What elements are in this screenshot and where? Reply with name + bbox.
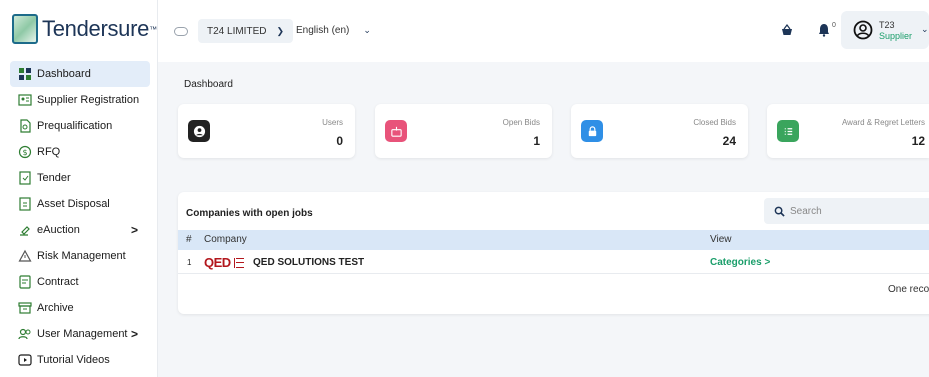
sidebar-item-label: Supplier Registration	[37, 94, 140, 106]
stat-value: 1	[533, 134, 540, 148]
language-selector[interactable]: English (en) ⌄	[296, 25, 371, 36]
letters-icon	[777, 120, 799, 142]
panel-title: Companies with open jobs	[186, 208, 313, 219]
categories-link[interactable]: Categories >	[710, 257, 770, 268]
chevron-right-icon: >	[764, 257, 771, 268]
sidebar-item-label: Asset Disposal	[37, 198, 110, 210]
bell-icon[interactable]	[817, 23, 831, 37]
stat-value: 0	[336, 134, 343, 148]
breadcrumb: Dashboard	[184, 79, 233, 90]
row-number: 1	[187, 258, 192, 267]
brand-name: Tendersure	[42, 16, 150, 41]
open-bid-icon	[385, 120, 407, 142]
search-input[interactable]	[790, 205, 920, 217]
table-row[interactable]: 1 QED QED SOLUTIONS TEST Categories >	[178, 252, 929, 274]
company-logo-text: QED	[204, 255, 231, 270]
user-menu[interactable]: T23 Supplier ⌄	[841, 11, 929, 49]
main-content: Dashboard Users 0 Open Bids 1 Closed Bid…	[158, 62, 929, 377]
org-name: T24 LIMITED	[207, 25, 267, 37]
categories-label: Categories	[710, 257, 762, 268]
user-management-icon	[18, 327, 32, 341]
logo-mark-icon	[233, 257, 244, 268]
archive-icon	[18, 301, 32, 315]
user-role: Supplier	[879, 31, 913, 41]
table-header: # Company View	[178, 230, 929, 250]
video-icon	[18, 353, 32, 367]
topbar: T24 LIMITED ❯ English (en) ⌄ 0 T23 Suppl…	[158, 0, 929, 62]
contract-icon	[18, 275, 32, 289]
basket-icon[interactable]	[780, 23, 794, 37]
search-icon	[774, 206, 785, 217]
sidebar-item-contract[interactable]: Contract	[0, 269, 158, 295]
stat-value: 24	[722, 134, 736, 148]
svg-text:$: $	[22, 148, 27, 157]
rfq-icon: $	[18, 145, 32, 159]
company-name: QED SOLUTIONS TEST	[253, 257, 365, 268]
sidebar-item-label: Prequalification	[37, 120, 113, 132]
sidebar-item-archive[interactable]: Archive	[0, 295, 158, 321]
search-box[interactable]	[764, 198, 929, 224]
sidebar-item-dashboard[interactable]: Dashboard	[10, 61, 150, 87]
chevron-down-icon: ⌄	[921, 24, 929, 34]
sidebar-item-label: Tender	[37, 172, 71, 184]
sidebar-item-label: eAuction	[37, 224, 80, 236]
sidebar-toggle[interactable]	[174, 27, 188, 36]
column-header-view: View	[710, 234, 732, 245]
sidebar-item-label: Risk Management	[37, 250, 126, 262]
user-name: T23	[879, 20, 895, 30]
dashboard-icon	[18, 67, 32, 81]
org-selector[interactable]: T24 LIMITED ❯	[198, 19, 294, 43]
record-count: One record	[888, 284, 929, 295]
stat-card-users[interactable]: Users 0	[178, 104, 355, 158]
brand-tm: ™	[149, 24, 158, 34]
stat-label: Users	[322, 118, 343, 127]
sidebar-item-supplier-registration[interactable]: Supplier Registration	[0, 87, 158, 113]
eauction-icon	[18, 223, 32, 237]
sidebar-item-tender[interactable]: Tender	[0, 165, 158, 191]
column-header-company: Company	[204, 234, 247, 245]
sidebar-item-user-management[interactable]: User Management >	[0, 321, 158, 347]
chevron-right-icon: >	[130, 223, 138, 237]
stat-label: Closed Bids	[693, 118, 736, 127]
chevron-right-icon: >	[130, 327, 138, 341]
notification-count: 0	[832, 22, 836, 29]
column-header-num: #	[186, 234, 192, 245]
brand-logo[interactable]: Tendersure ™	[12, 14, 157, 44]
stat-card-closed-bids[interactable]: Closed Bids 24	[571, 104, 748, 158]
sidebar: Tendersure ™ Dashboard Supplier Registrat…	[0, 0, 158, 377]
sidebar-item-label: Dashboard	[37, 68, 91, 80]
sidebar-item-prequalification[interactable]: Prequalification	[0, 113, 158, 139]
registration-icon	[18, 93, 32, 107]
chevron-down-icon: ⌄	[363, 25, 371, 35]
sidebar-item-label: Archive	[37, 302, 74, 314]
stat-card-open-bids[interactable]: Open Bids 1	[375, 104, 552, 158]
sidebar-item-label: Tutorial Videos	[37, 354, 110, 366]
stat-value: 12	[911, 134, 925, 148]
sidebar-item-rfq[interactable]: $ RFQ	[0, 139, 158, 165]
sidebar-item-label: RFQ	[37, 146, 61, 158]
sidebar-nav: Dashboard Supplier Registration Prequali…	[0, 61, 158, 373]
stat-label: Open Bids	[502, 118, 540, 127]
stat-card-award-regret-letters[interactable]: Award & Regret Letters 12	[767, 104, 929, 158]
company-logo: QED	[204, 255, 244, 270]
logo-mark-icon	[12, 14, 38, 44]
tender-icon	[18, 171, 32, 185]
risk-icon	[18, 249, 32, 263]
user-icon	[188, 120, 210, 142]
user-avatar-icon	[853, 20, 873, 40]
sidebar-item-tutorial-videos[interactable]: Tutorial Videos	[0, 347, 158, 373]
prequalification-icon	[18, 119, 32, 133]
stat-label: Award & Regret Letters	[841, 118, 925, 127]
sidebar-item-asset-disposal[interactable]: Asset Disposal	[0, 191, 158, 217]
sidebar-item-label: User Management	[37, 328, 128, 340]
language-label: English (en)	[296, 25, 350, 36]
sidebar-item-label: Contract	[37, 276, 79, 288]
asset-disposal-icon	[18, 197, 32, 211]
companies-panel: Companies with open jobs # Company View …	[178, 192, 929, 314]
lock-icon	[581, 120, 603, 142]
sidebar-item-eauction[interactable]: eAuction >	[0, 217, 158, 243]
sidebar-item-risk-management[interactable]: Risk Management	[0, 243, 158, 269]
chevron-down-icon: ❯	[276, 25, 285, 36]
